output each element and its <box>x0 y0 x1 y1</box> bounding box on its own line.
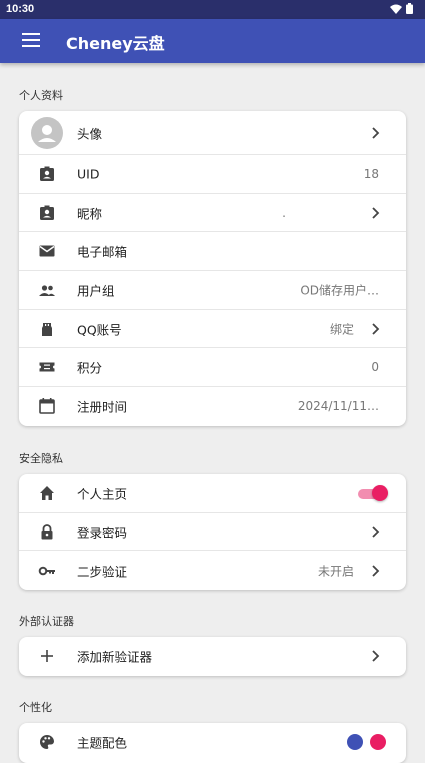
points-row[interactable]: 积分 0 <box>19 348 406 388</box>
nickname-label: 昵称 <box>77 206 103 222</box>
register-value: 2024/11/11… <box>297 399 379 414</box>
avatar-label: 头像 <box>77 126 103 141</box>
personalize-card: 主题配色 <box>19 723 406 763</box>
lock-icon <box>41 523 53 540</box>
points-value: 0 <box>371 360 379 375</box>
calendar-icon <box>39 398 55 415</box>
group-label: 用户组 <box>77 283 115 299</box>
profile-card: 头像 UID 18 昵称 . 电子邮箱 用户组 OD储存用户… QQ账号 绑定 … <box>19 111 406 426</box>
home-icon <box>40 485 54 500</box>
nickname-row[interactable]: 昵称 . <box>19 194 406 233</box>
chevron-right-icon <box>372 322 380 335</box>
person-icon <box>38 125 56 142</box>
avatar[interactable] <box>31 117 63 149</box>
chevron-right-icon <box>372 565 380 577</box>
chevron-right-icon <box>372 126 380 139</box>
register-row[interactable]: 注册时间 2024/11/11… <box>19 387 406 426</box>
theme-primary-swatch[interactable] <box>347 734 363 751</box>
uid-row[interactable]: UID 18 <box>19 155 406 194</box>
mail-icon <box>39 245 55 257</box>
chevron-right-icon <box>372 206 380 219</box>
key-icon <box>38 566 55 576</box>
status-bar: 10:30 <box>0 0 425 19</box>
menu-icon[interactable] <box>22 33 40 47</box>
register-label: 注册时间 <box>77 399 128 415</box>
contact-icon <box>40 205 54 220</box>
badge-icon <box>40 166 54 181</box>
app-title: Cheney云盘 <box>66 34 165 53</box>
palette-icon <box>40 735 54 750</box>
theme-label: 主题配色 <box>77 735 128 751</box>
section-title-personalize: 个性化 <box>19 701 52 714</box>
points-label: 积分 <box>77 360 103 376</box>
avatar-row[interactable]: 头像 <box>19 111 406 155</box>
qq-label: QQ账号 <box>77 322 122 338</box>
section-title-profile: 个人资料 <box>19 89 63 102</box>
homepage-label: 个人主页 <box>77 486 128 502</box>
section-title-security: 安全隐私 <box>19 452 63 465</box>
group-icon <box>39 285 55 296</box>
chevron-right-icon <box>372 650 380 662</box>
group-value: OD储存用户… <box>300 283 379 298</box>
status-icons <box>390 3 413 14</box>
plus-icon <box>41 650 53 663</box>
password-label: 登录密码 <box>77 525 128 541</box>
ticket-icon <box>39 362 55 372</box>
chevron-right-icon <box>372 525 380 538</box>
homepage-row[interactable]: 个人主页 <box>19 474 406 513</box>
section-title-authenticator: 外部认证器 <box>19 615 74 628</box>
twofa-value: 未开启 <box>317 564 354 579</box>
group-row[interactable]: 用户组 OD储存用户… <box>19 271 406 310</box>
add-authenticator-row[interactable]: 添加新验证器 <box>19 637 406 676</box>
wifi-icon <box>390 4 402 14</box>
qq-icon <box>42 322 52 336</box>
uid-value: 18 <box>363 166 379 181</box>
app-bar: Cheney云盘 <box>0 19 425 63</box>
twofa-row[interactable]: 二步验证 未开启 <box>19 551 406 590</box>
nickname-value: . <box>282 205 286 220</box>
qq-row[interactable]: QQ账号 绑定 <box>19 310 406 349</box>
email-row[interactable]: 电子邮箱 <box>19 232 406 272</box>
security-card: 个人主页 登录密码 二步验证 未开启 <box>19 474 406 591</box>
authenticator-card: 添加新验证器 <box>19 637 406 676</box>
add-authenticator-label: 添加新验证器 <box>77 649 153 665</box>
theme-accent-swatch[interactable] <box>370 734 386 751</box>
status-time: 10:30 <box>6 3 35 15</box>
email-label: 电子邮箱 <box>77 244 128 260</box>
twofa-label: 二步验证 <box>77 564 128 580</box>
battery-icon <box>406 3 413 14</box>
theme-row[interactable]: 主题配色 <box>19 723 406 762</box>
password-row[interactable]: 登录密码 <box>19 513 406 552</box>
uid-label: UID <box>77 166 100 182</box>
homepage-toggle[interactable] <box>356 484 388 502</box>
qq-value[interactable]: 绑定 <box>330 320 354 337</box>
